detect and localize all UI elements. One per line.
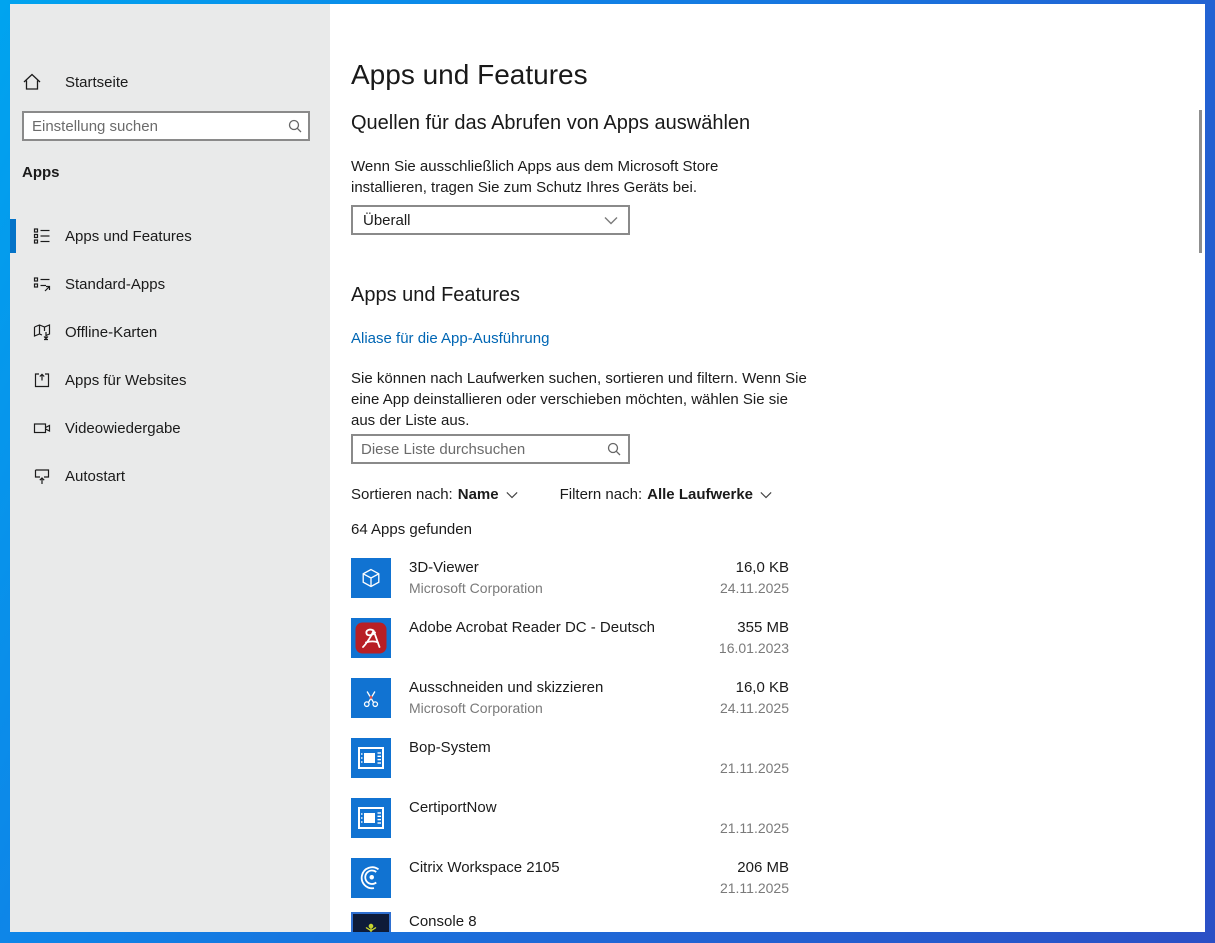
app-row[interactable]: Bop-System 21.11.2025 [351,738,789,780]
sidebar-item-label: Apps für Websites [65,372,186,389]
video-playback-icon [32,418,52,438]
search-icon[interactable] [282,117,308,135]
sidebar-item-label: Videowiedergabe [65,420,181,437]
chevron-down-icon [604,216,618,225]
app-row[interactable]: Console 8 [351,912,789,932]
app-sources-dropdown[interactable]: Überall [351,205,630,235]
sidebar-item-video-playback[interactable]: Videowiedergabe [10,408,330,448]
scrollbar-thumb[interactable] [1199,110,1202,253]
app-row[interactable]: Citrix Workspace 2105 206 MB 21.11.2025 [351,858,789,900]
home-icon [22,72,42,92]
sidebar-home-label: Startseite [65,74,128,91]
apps-features-icon [32,226,52,246]
sidebar-item-standard-apps[interactable]: Standard-Apps [10,264,330,304]
sort-filter-row: Sortieren nach: Name Filtern nach: Alle … [351,486,772,503]
apps-features-heading: Apps und Features [351,284,520,307]
dropdown-value: Überall [363,212,411,229]
acrobat-icon [351,618,391,658]
apps-websites-icon [32,370,52,390]
sidebar: Startseite Apps Apps und Features [10,4,330,932]
sources-description: Wenn Sie ausschließlich Apps aus dem Mic… [351,156,786,198]
app-row[interactable]: CertiportNow 21.11.2025 [351,798,789,840]
sidebar-section-apps: Apps [22,164,60,181]
app-window-icon [351,738,391,778]
sidebar-item-offline-maps[interactable]: Offline-Karten [10,312,330,352]
sidebar-item-label: Autostart [65,468,125,485]
offline-maps-icon [32,322,52,342]
apps-list-description: Sie können nach Laufwerken suchen, sorti… [351,368,809,431]
chevron-down-icon[interactable] [506,491,518,499]
settings-search-input[interactable] [24,118,282,135]
sidebar-item-home[interactable]: Startseite [22,66,128,98]
filter-value[interactable]: Alle Laufwerke [647,486,753,503]
chevron-down-icon[interactable] [760,491,772,499]
desktop: { "window": { "title": "Einstellungen" }… [0,0,1215,943]
app-row[interactable]: Ausschneiden und skizzieren Microsoft Co… [351,678,789,720]
page-title: Apps und Features [351,59,588,91]
settings-search-box [22,111,310,141]
sidebar-item-label: Standard-Apps [65,276,165,293]
app-list-search-input[interactable] [353,441,600,458]
app-window-icon [351,798,391,838]
sidebar-item-startup[interactable]: Autostart [10,456,330,496]
app-row[interactable]: Adobe Acrobat Reader DC - Deutsch 355 MB… [351,618,789,660]
alias-link[interactable]: Aliase für die App-Ausführung [351,330,549,347]
main-content: Apps und Features Quellen für das Abrufe… [330,4,1205,932]
sources-heading: Quellen für das Abrufen von Apps auswähl… [351,112,750,135]
sort-label: Sortieren nach: [351,486,453,503]
sort-value[interactable]: Name [458,486,499,503]
apps-count: 64 Apps gefunden [351,521,472,538]
selected-accent-bar [10,219,16,253]
sidebar-item-apps-websites[interactable]: Apps für Websites [10,360,330,400]
startup-icon [32,466,52,486]
settings-window: Einstellungen Startseite Apps [10,4,1205,932]
snip-icon [351,678,391,718]
citrix-icon [351,858,391,898]
app-list-search-box [351,434,630,464]
sidebar-item-apps-features[interactable]: Apps und Features [10,216,330,256]
filter-label: Filtern nach: [560,486,643,503]
sidebar-item-label: Apps und Features [65,228,192,245]
app-row[interactable]: 3D-Viewer Microsoft Corporation 16,0 KB … [351,558,789,600]
search-icon[interactable] [600,440,628,458]
standard-apps-icon [32,274,52,294]
console-icon [351,912,391,932]
sidebar-item-label: Offline-Karten [65,324,157,341]
cube-icon [351,558,391,598]
